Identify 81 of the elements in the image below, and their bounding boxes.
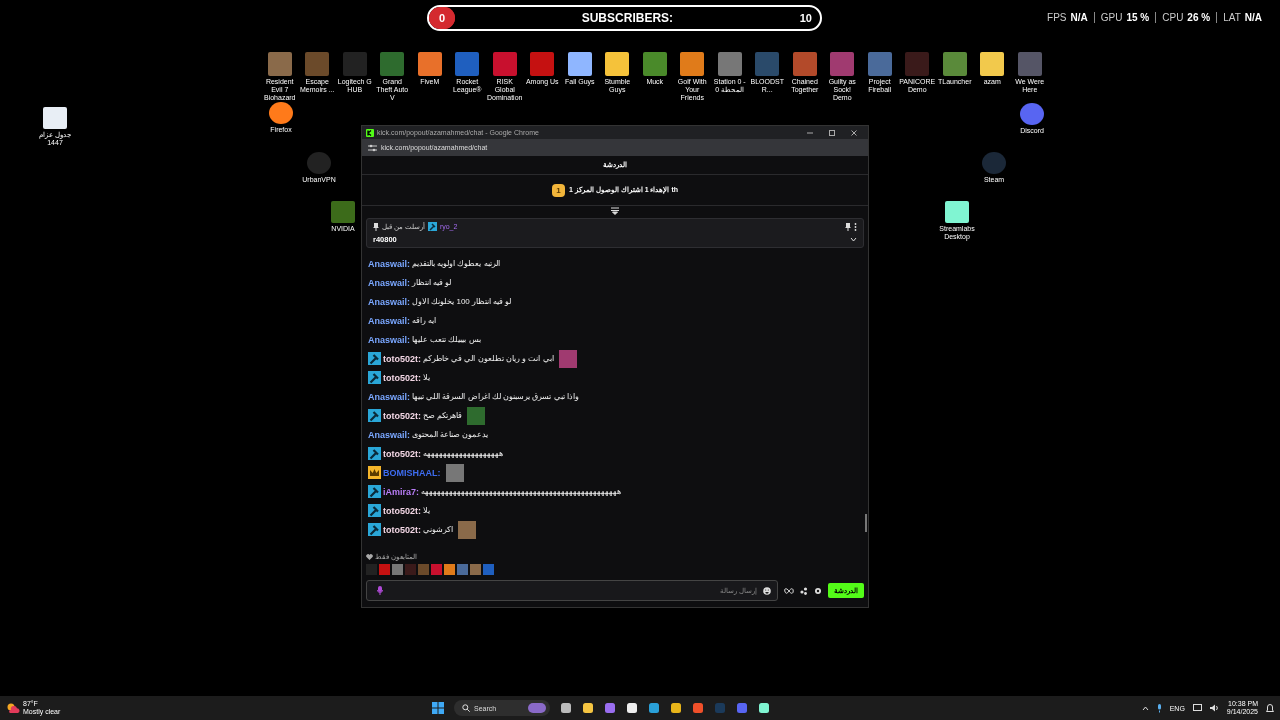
more-options-icon: [854, 222, 857, 231]
people-icon: [800, 586, 808, 595]
stat-value: 26 %: [1187, 12, 1211, 23]
hammer-badge-icon: [368, 447, 381, 460]
hammer-badge-icon: [368, 352, 381, 365]
username[interactable]: toto502t:: [383, 448, 421, 459]
app-icon[interactable]: [980, 52, 1005, 76]
username[interactable]: toto502t:: [383, 410, 421, 421]
goal-target: 10: [799, 12, 813, 24]
pin-icon: [845, 222, 851, 231]
search-icon: [462, 704, 470, 712]
message-text: يدعمون صناعة المحتوى: [412, 430, 489, 439]
chevron-down-icon: [850, 237, 857, 242]
stat-label: CPU: [1162, 12, 1184, 23]
app-icon[interactable]: [605, 52, 630, 76]
message-text: الرتبه يعطوك اولويه بالتقديم: [412, 259, 500, 268]
message-text: يلا: [423, 373, 430, 382]
stat-label: LAT: [1223, 12, 1241, 23]
app-icon[interactable]: [680, 52, 705, 76]
app-icon[interactable]: [567, 52, 592, 76]
message-text: يلا: [423, 506, 430, 515]
message-text: ابي انت و ريان تطلعون الي في خاطركم: [423, 354, 554, 363]
microphone-icon: [377, 586, 383, 595]
username[interactable]: Anaswail:: [368, 296, 410, 307]
microphone-icon: [1156, 703, 1162, 713]
username[interactable]: BOMISHAAL:: [383, 467, 441, 478]
username[interactable]: Anaswail:: [368, 429, 410, 440]
rank-badge: 1: [551, 183, 565, 197]
hammer-badge-icon: [368, 504, 381, 517]
username[interactable]: Anaswail:: [368, 391, 410, 402]
settings-icon: [814, 586, 822, 595]
chevron-up-icon: [1141, 705, 1149, 711]
maximize-icon: [828, 128, 836, 137]
emoji-icon: [763, 586, 771, 595]
message-text: هههههههههههههههههههههههههههههههههههههههههههههههههه: [421, 487, 621, 496]
stat-value: N/A: [1070, 12, 1088, 23]
message-text: واذا تبي تسرق يرسبنون لك اغراض السرقة اللي تبيها: [412, 392, 579, 401]
hammer-badge-icon: [368, 523, 381, 536]
username[interactable]: toto502t:: [383, 505, 421, 516]
username[interactable]: toto502t:: [383, 524, 421, 535]
infinity-icon: [784, 587, 794, 594]
username[interactable]: toto502t:: [383, 372, 421, 383]
stat-value: N/A: [1244, 12, 1262, 23]
windows-start-icon: [432, 702, 444, 714]
app-icon[interactable]: [269, 102, 293, 124]
crown-badge-icon: [368, 466, 381, 479]
hammer-badge-icon: [368, 371, 381, 384]
message-text: اكرشوني: [423, 525, 453, 534]
username[interactable]: Anaswail:: [368, 258, 410, 269]
close-icon: [850, 128, 858, 137]
message-text: لو فيه انتظار: [412, 278, 452, 287]
collapse-icon: [610, 207, 620, 215]
username[interactable]: Anaswail:: [368, 315, 410, 326]
hammer-badge-icon: [368, 485, 381, 498]
heart-icon: [366, 554, 373, 560]
message-text: ايه راقه: [412, 316, 437, 325]
app-icon[interactable]: [417, 52, 442, 76]
stat-label: FPS: [1047, 12, 1067, 23]
message-text: قاهرتكم صح: [423, 411, 463, 420]
username[interactable]: toto502t:: [383, 353, 421, 364]
site-settings-icon: [368, 143, 377, 152]
weather-icon: [6, 702, 20, 714]
kick-logo-icon: [366, 128, 374, 137]
search-highlight-art: [528, 703, 546, 713]
notification-bell-icon: [1266, 703, 1274, 713]
stat-value: 15 %: [1126, 12, 1150, 23]
network-icon: [1192, 704, 1202, 712]
volume-icon: [1209, 704, 1219, 712]
pin-icon: [373, 222, 379, 231]
message-text: بس بيبيلك تتعب عليها: [412, 335, 481, 344]
scrollbar-thumb[interactable]: [865, 514, 867, 532]
hammer-badge-icon: [368, 409, 381, 422]
message-text: هههههههههههههههههههه: [423, 449, 503, 458]
message-text: لو فيه انتظار 100 يخلونك الاول: [412, 297, 512, 306]
hammer-badge-icon: [427, 222, 437, 231]
username[interactable]: Anaswail:: [368, 334, 410, 345]
goal-label: SUBSCRIBERS:: [580, 11, 675, 25]
stat-label: GPU: [1100, 12, 1123, 23]
username[interactable]: Anaswail:: [368, 277, 410, 288]
subscriber-count: 0: [429, 7, 455, 29]
username[interactable]: iAmira7:: [383, 486, 419, 497]
